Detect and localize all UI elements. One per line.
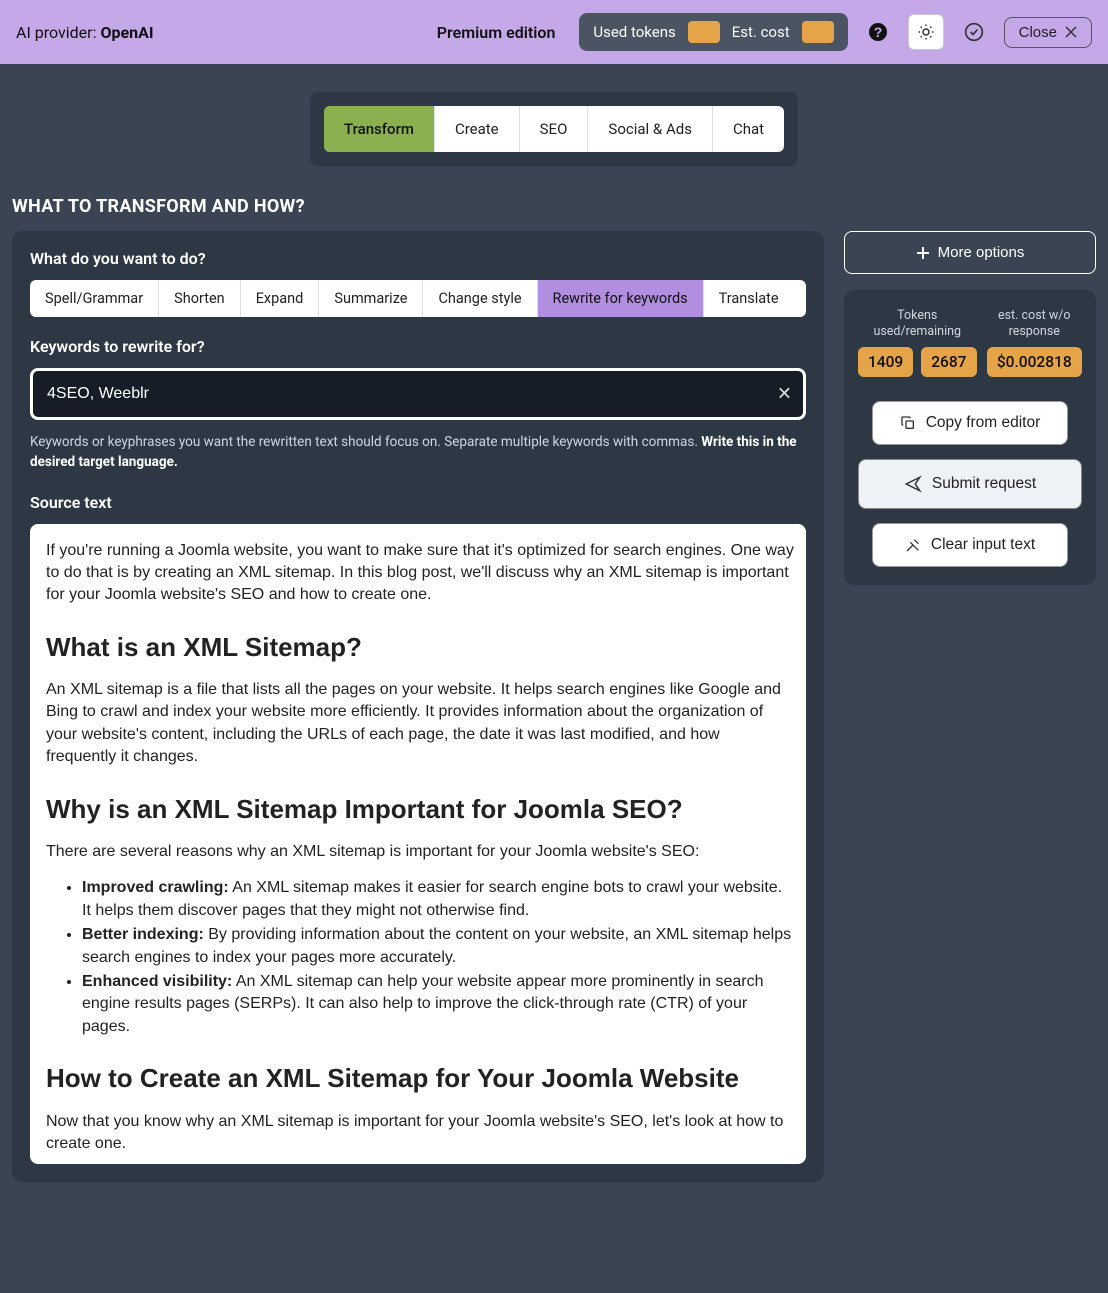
help-icon[interactable]: ?	[860, 14, 896, 50]
submit-request-button[interactable]: Submit request	[858, 459, 1082, 509]
what-to-do-label: What do you want to do?	[30, 249, 806, 268]
est-cost-value	[802, 21, 834, 43]
source-h-what: What is an XML Sitemap?	[46, 629, 794, 665]
main-nav-tabs: Transform Create SEO Social & Ads Chat	[324, 106, 784, 152]
check-icon[interactable]	[956, 14, 992, 50]
source-p-why: There are several reasons why an XML sit…	[46, 841, 794, 863]
used-tokens-value	[688, 21, 720, 43]
provider-prefix: AI provider:	[16, 23, 100, 42]
main-nav-box: Transform Create SEO Social & Ads Chat	[310, 92, 798, 166]
top-bar: AI provider: OpenAI Premium edition Used…	[0, 0, 1108, 64]
more-options-label: More options	[938, 244, 1025, 261]
used-tokens-label: Used tokens	[593, 23, 675, 41]
tokens-remaining-value: 2687	[921, 347, 976, 377]
more-options-button[interactable]: More options	[844, 231, 1096, 274]
copy-label: Copy from editor	[926, 414, 1041, 432]
source-text-box[interactable]: If you're running a Joomla website, you …	[30, 524, 806, 1164]
svg-text:?: ?	[873, 24, 882, 40]
keywords-input[interactable]	[30, 368, 806, 420]
tab-create[interactable]: Create	[435, 106, 520, 152]
subtab-summarize[interactable]: Summarize	[319, 280, 423, 317]
tokens-label: Tokens used/remaining	[858, 308, 977, 341]
subtab-expand[interactable]: Expand	[241, 280, 320, 317]
section-title: WHAT TO TRANSFORM AND HOW?	[12, 196, 1100, 217]
tab-social-ads[interactable]: Social & Ads	[588, 106, 713, 152]
stat-cost: est. cost w/o response $0.002818	[987, 308, 1083, 377]
source-intro: If you're running a Joomla website, you …	[46, 540, 794, 607]
close-button[interactable]: Close	[1004, 17, 1092, 48]
stat-tokens: Tokens used/remaining 1409 2687	[858, 308, 977, 377]
close-label: Close	[1019, 24, 1057, 41]
ai-provider-label: AI provider: OpenAI	[16, 23, 154, 42]
cost-label: est. cost w/o response	[987, 308, 1083, 341]
right-panel: More options Tokens used/remaining 1409 …	[844, 231, 1096, 1182]
stats-box: Tokens used/remaining 1409 2687 est. cos…	[844, 290, 1096, 585]
source-content: If you're running a Joomla website, you …	[46, 540, 794, 1164]
stats-row: Tokens used/remaining 1409 2687 est. cos…	[858, 308, 1082, 377]
source-p-what: An XML sitemap is a file that lists all …	[46, 679, 794, 769]
submit-label: Submit request	[932, 475, 1036, 493]
source-h-how: How to Create an XML Sitemap for Your Jo…	[46, 1060, 794, 1096]
est-cost-label: Est. cost	[732, 23, 790, 41]
premium-edition-label: Premium edition	[437, 23, 556, 42]
keywords-label: Keywords to rewrite for?	[30, 337, 806, 356]
clear-input-button[interactable]: Clear input text	[872, 523, 1068, 567]
tab-seo[interactable]: SEO	[520, 106, 589, 152]
tokens-used-value: 1409	[858, 347, 913, 377]
subtab-shorten[interactable]: Shorten	[159, 280, 241, 317]
source-text-label: Source text	[30, 493, 806, 512]
action-tabs: Spell/Grammar Shorten Expand Summarize C…	[30, 280, 806, 317]
token-cost-box: Used tokens Est. cost	[579, 13, 847, 51]
source-h-why: Why is an XML Sitemap Important for Joom…	[46, 791, 794, 827]
list-item: Better indexing: By providing informatio…	[82, 924, 794, 969]
clear-keywords-icon[interactable]: ✕	[777, 384, 792, 405]
cost-value: $0.002818	[987, 347, 1082, 377]
subtab-rewrite-keywords[interactable]: Rewrite for keywords	[538, 280, 704, 317]
tab-transform[interactable]: Transform	[324, 106, 435, 152]
provider-name: OpenAI	[100, 23, 153, 42]
source-reasons-list: Improved crawling: An XML sitemap makes …	[46, 877, 794, 1038]
subtab-translate[interactable]: Translate	[704, 280, 794, 317]
keywords-hint: Keywords or keyphrases you want the rewr…	[30, 432, 806, 473]
clear-label: Clear input text	[931, 536, 1035, 554]
list-item: Enhanced visibility: An XML sitemap can …	[82, 971, 794, 1038]
list-item: Improved crawling: An XML sitemap makes …	[82, 877, 794, 922]
theme-toggle-icon[interactable]	[908, 14, 944, 50]
copy-from-editor-button[interactable]: Copy from editor	[872, 401, 1068, 445]
left-panel: What do you want to do? Spell/Grammar Sh…	[12, 231, 824, 1182]
source-p-how: Now that you know why an XML sitemap is …	[46, 1111, 794, 1156]
tab-chat[interactable]: Chat	[713, 106, 784, 152]
hint-plain: Keywords or keyphrases you want the rewr…	[30, 434, 701, 450]
subtab-change-style[interactable]: Change style	[423, 280, 537, 317]
subtab-spell-grammar[interactable]: Spell/Grammar	[30, 280, 159, 317]
